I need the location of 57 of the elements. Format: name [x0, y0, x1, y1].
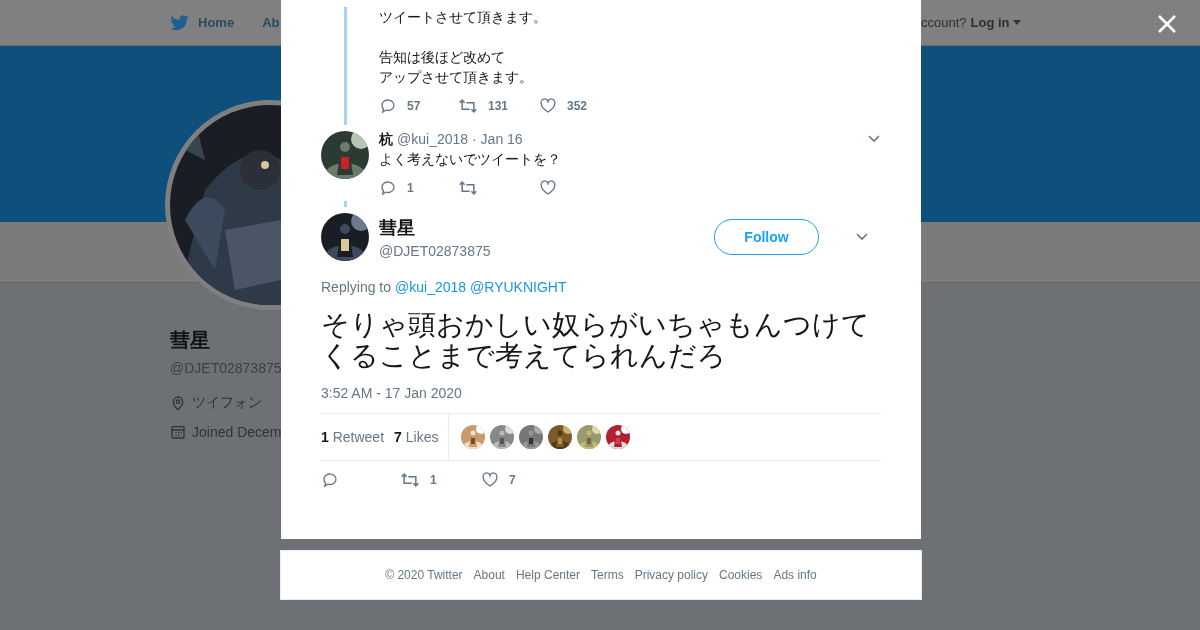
liker-avatar[interactable] [519, 425, 544, 449]
user-name[interactable]: 杭 [379, 131, 393, 149]
footer-link[interactable]: © 2020 Twitter [385, 568, 463, 582]
action-count: 352 [567, 99, 588, 113]
like-stat[interactable]: 7 Likes [394, 429, 439, 445]
login-prompt: ccount? [921, 15, 967, 30]
retweet-stat[interactable]: 1 Retweet [321, 429, 385, 445]
footer-link[interactable]: Ads info [773, 568, 817, 582]
replying-label: Replying to [321, 279, 392, 295]
user-handle: @DJET02873875 [379, 242, 492, 259]
bird-icon [170, 14, 190, 31]
liker-avatar[interactable] [490, 425, 515, 449]
heart-icon[interactable] [539, 179, 557, 197]
liker-avatar[interactable] [606, 425, 631, 449]
footer-link[interactable]: Privacy policy [634, 568, 708, 582]
heart-icon[interactable] [539, 97, 557, 115]
user-name[interactable]: 彗星 [379, 215, 704, 240]
retweet-icon[interactable] [400, 471, 420, 489]
caret-icon[interactable] [855, 232, 869, 242]
reply-icon[interactable] [379, 97, 397, 115]
caret-icon[interactable] [867, 134, 881, 144]
tweet-text: ツイートさせて頂きます。 [379, 8, 548, 27]
action-count: 57 [407, 99, 421, 113]
tweet-text: アップさせて頂きます。 [379, 68, 534, 87]
tweet-text: よく考えないでツイートを？ [379, 150, 562, 169]
calendar-icon [170, 424, 186, 440]
mention-link[interactable]: @RYUKNIGHT [470, 279, 567, 295]
footer-link[interactable]: About [473, 568, 505, 582]
action-count: 7 [509, 473, 516, 487]
liker-avatar[interactable] [461, 425, 486, 449]
liker-avatar[interactable] [577, 425, 602, 449]
action-count: 1 [407, 181, 414, 195]
tweet-time: · Jan 16 [472, 131, 523, 147]
location-icon [170, 395, 186, 411]
retweet-icon[interactable] [458, 97, 478, 115]
reply-icon[interactable] [379, 179, 397, 197]
liker-avatar[interactable] [548, 425, 573, 449]
reply-icon[interactable] [321, 471, 339, 489]
follow-button[interactable]: Follow [714, 219, 819, 255]
user-handle: @kui_2018 [397, 131, 469, 147]
action-count: 131 [488, 99, 509, 113]
close-icon [1156, 13, 1178, 35]
profile-name: 彗星 [170, 328, 210, 353]
heart-icon[interactable] [481, 471, 499, 489]
footer-link[interactable]: Cookies [719, 568, 763, 582]
caret-icon [1012, 20, 1021, 25]
footer-link[interactable]: Terms [591, 568, 624, 582]
retweet-icon[interactable] [458, 179, 478, 197]
action-count: 1 [430, 473, 437, 487]
close-button[interactable] [1156, 13, 1178, 35]
profile-joined: Joined Decem [192, 424, 282, 440]
tweet-text: そりゃ頭おかしい奴らがいちゃもんつけてくることまで考えてられんだろ [321, 309, 871, 371]
mention-link[interactable]: @kui_2018 [395, 279, 467, 295]
footer-link[interactable]: Help Center [515, 568, 580, 582]
tweet-text: 告知は後ほど改めて [379, 48, 506, 67]
tweet-timestamp: 3:52 AM - 17 Jan 2020 [321, 385, 463, 401]
login-link[interactable]: Log in [970, 15, 1021, 30]
